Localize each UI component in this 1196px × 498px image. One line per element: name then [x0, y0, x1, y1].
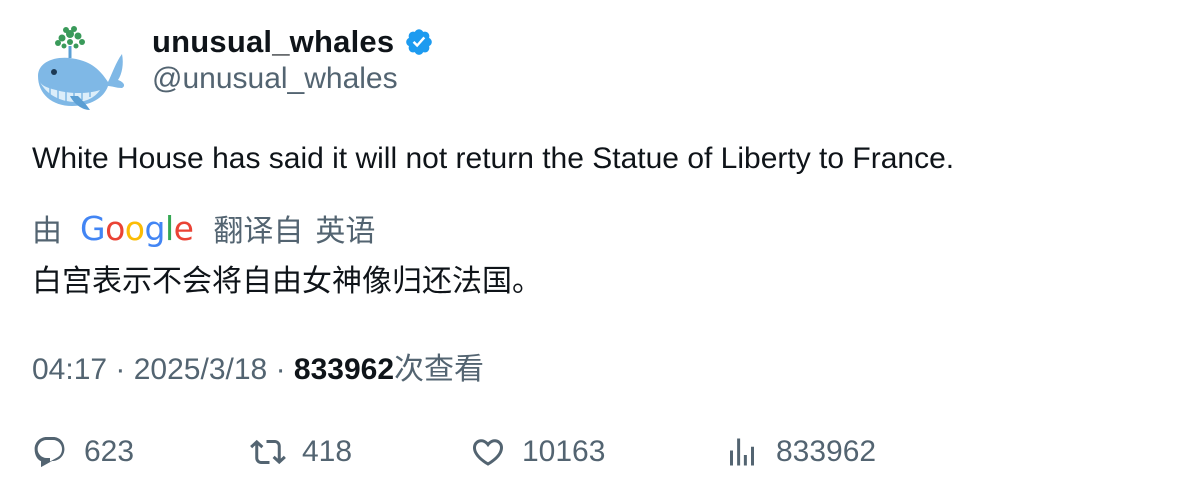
- author-name-row[interactable]: unusual_whales: [152, 22, 434, 62]
- views-button[interactable]: 833962: [724, 430, 876, 474]
- translation-attribution: 由 Google 翻译自 英语: [32, 206, 375, 250]
- reply-count: 623: [84, 435, 135, 468]
- like-count: 10163: [522, 435, 606, 468]
- tweet-text: White House has said it will not return …: [32, 142, 955, 175]
- whale-logo-icon: [38, 26, 125, 110]
- source-language: 英语: [315, 215, 376, 248]
- translated-from-label: 翻译自: [213, 215, 304, 248]
- translated-text: 白宫表示不会将自由女神像归还法国。: [32, 265, 542, 298]
- tweet-time[interactable]: 04:17: [32, 353, 107, 386]
- google-logo: Google: [80, 208, 194, 248]
- translation-by-label: 由: [32, 215, 62, 248]
- heart-icon: [472, 439, 504, 466]
- author-handle[interactable]: @unusual_whales: [152, 62, 398, 96]
- views-action-count: 833962: [776, 435, 877, 468]
- meta-separator: ·: [115, 353, 134, 386]
- views-label: 次查看: [394, 353, 484, 386]
- retweet-count: 418: [302, 435, 353, 468]
- analytics-icon: [730, 438, 754, 466]
- action-bar: 623 418 10163 833962: [32, 430, 1132, 474]
- author-display-name[interactable]: unusual_whales: [152, 24, 394, 60]
- like-button[interactable]: 10163: [470, 430, 605, 474]
- views-count: 833962: [293, 353, 394, 386]
- retweet-icon: [250, 439, 286, 465]
- tweet-date[interactable]: 2025/3/18: [134, 353, 267, 386]
- retweet-button[interactable]: 418: [250, 430, 352, 474]
- verified-badge-icon: [404, 27, 434, 57]
- avatar[interactable]: [30, 24, 126, 114]
- tweet-card: unusual_whales @unusual_whales White Hou…: [0, 0, 1196, 498]
- reply-icon: [34, 437, 65, 468]
- meta-separator: ·: [275, 353, 294, 386]
- tweet-meta: 04:17 · 2025/3/18 · 833962次查看: [32, 344, 484, 388]
- reply-button[interactable]: 623: [32, 430, 134, 474]
